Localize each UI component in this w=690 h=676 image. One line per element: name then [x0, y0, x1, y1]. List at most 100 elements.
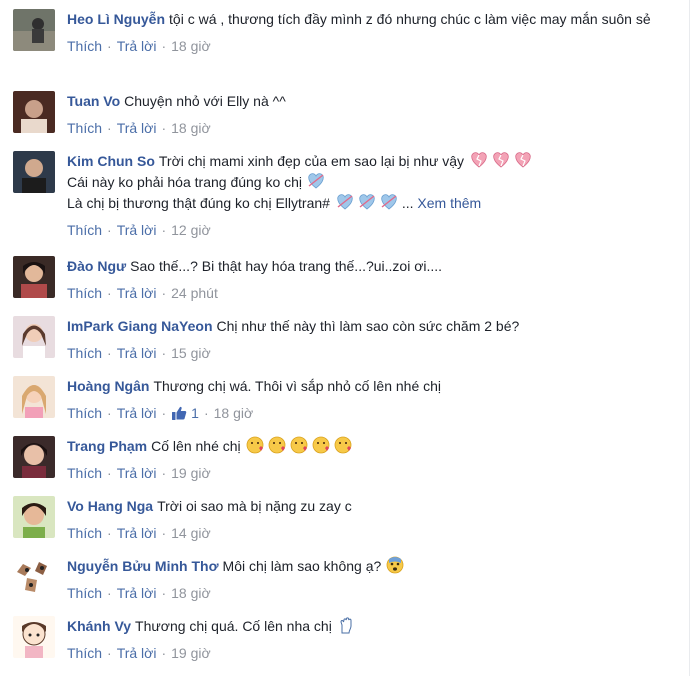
- comment-author[interactable]: Hoàng Ngân: [67, 378, 149, 394]
- comment-text: Trang Phạm Cố lên nhé chị: [67, 436, 667, 457]
- comment-timestamp[interactable]: 18 giờ: [171, 37, 211, 55]
- separator: ·: [161, 120, 167, 136]
- reply-link[interactable]: Trả lời: [117, 524, 157, 542]
- comment-actions: Thích · Trả lời · 18 giờ: [67, 119, 667, 137]
- comment-message: Trời oi sao mà bị nặng zu zay c: [157, 498, 352, 514]
- reply-link[interactable]: Trả lời: [117, 221, 157, 239]
- cupid-heart-icon: [307, 172, 325, 190]
- reply-link[interactable]: Trả lời: [117, 584, 157, 602]
- cupid-heart-icon: [335, 193, 401, 211]
- separator: ·: [107, 222, 112, 238]
- like-link[interactable]: Thích: [67, 524, 102, 542]
- comment-timestamp[interactable]: 14 giờ: [171, 524, 211, 542]
- like-count-value: 1: [191, 405, 199, 421]
- reply-link[interactable]: Trả lời: [117, 404, 157, 422]
- like-link[interactable]: Thích: [67, 404, 102, 422]
- raised-fist-icon: [337, 616, 355, 634]
- like-link[interactable]: Thích: [67, 464, 102, 482]
- separator: ·: [161, 285, 167, 301]
- fearful-face-icon: [386, 556, 404, 574]
- comment-timestamp[interactable]: 12 giờ: [171, 221, 211, 239]
- avatar[interactable]: [13, 151, 55, 193]
- reply-link[interactable]: Trả lời: [117, 344, 157, 362]
- comment-actions: Thích · Trả lời · 12 giờ: [67, 221, 667, 239]
- comment-actions: Thích · Trả lời · 19 giờ: [67, 644, 667, 662]
- avatar[interactable]: [13, 496, 55, 538]
- separator: ·: [161, 465, 167, 481]
- like-link[interactable]: Thích: [67, 284, 102, 302]
- separator: ·: [107, 525, 112, 541]
- comment-timestamp[interactable]: 18 giờ: [214, 404, 254, 422]
- see-more-link[interactable]: Xem thêm: [417, 195, 481, 211]
- comment-author[interactable]: Nguyễn Bửu Minh Thơ: [67, 558, 219, 574]
- comment-author[interactable]: Vo Hang Nga: [67, 498, 153, 514]
- separator: ·: [161, 405, 167, 421]
- avatar[interactable]: [13, 376, 55, 418]
- comment-author[interactable]: Tuan Vo: [67, 93, 120, 109]
- reply-link[interactable]: Trả lời: [117, 37, 157, 55]
- like-link[interactable]: Thích: [67, 644, 102, 662]
- comment-author[interactable]: Trang Phạm: [67, 438, 147, 454]
- like-count[interactable]: 1: [171, 404, 199, 422]
- thumbs-up-icon: [171, 405, 187, 421]
- comment-timestamp[interactable]: 18 giờ: [171, 119, 211, 137]
- comment-actions: Thích · Trả lời · 18 giờ: [67, 584, 667, 602]
- comment-list: Heo Lì Nguyễn tội c wá , thương tích đầy …: [0, 0, 690, 676]
- avatar[interactable]: [13, 556, 55, 598]
- reply-link[interactable]: Trả lời: [117, 284, 157, 302]
- separator: ·: [107, 465, 112, 481]
- comment-author[interactable]: Khánh Vy: [67, 618, 131, 634]
- comment-message: Sao thế...? Bi thật hay hóa trang thế...…: [130, 258, 443, 274]
- comment-timestamp[interactable]: 18 giờ: [171, 584, 211, 602]
- avatar[interactable]: [13, 436, 55, 478]
- separator: ·: [203, 405, 209, 421]
- comment-author[interactable]: Kim Chun So: [67, 153, 155, 169]
- comment-timestamp[interactable]: 19 giờ: [171, 464, 211, 482]
- comment-actions: Thích · Trả lời · 19 giờ: [67, 464, 667, 482]
- comment-text: Hoàng Ngân Thương chị wá. Thôi vì sắp nhỏ…: [67, 376, 667, 397]
- comment-text: Tuan Vo Chuyện nhỏ với Elly nà ^^: [67, 91, 667, 112]
- comment-message-line2: Cái này ko phải hóa trang đúng ko chị: [67, 174, 303, 190]
- separator: ·: [107, 645, 112, 661]
- avatar[interactable]: [13, 316, 55, 358]
- avatar[interactable]: [13, 91, 55, 133]
- separator: ·: [107, 285, 112, 301]
- kiss-face-icon: [246, 436, 356, 454]
- comment-message: tội c wá , thương tích đầy mình z đó như…: [169, 11, 651, 27]
- like-link[interactable]: Thích: [67, 344, 102, 362]
- separator: ·: [107, 38, 112, 54]
- separator: ·: [161, 38, 167, 54]
- reply-link[interactable]: Trả lời: [117, 644, 157, 662]
- comment-message: Môi chị làm sao không ạ?: [222, 558, 382, 574]
- reply-link[interactable]: Trả lời: [117, 464, 157, 482]
- comment-actions: Thích · Trả lời · 15 giờ: [67, 344, 667, 362]
- broken-heart-icon: [469, 151, 535, 169]
- comment-text: Đào Ngư Sao thế...? Bi thật hay hóa trang…: [67, 256, 667, 277]
- separator: ·: [161, 645, 167, 661]
- avatar[interactable]: [13, 9, 55, 51]
- comment-message: Cố lên nhé chị: [151, 438, 241, 454]
- comment-author[interactable]: Đào Ngư: [67, 258, 126, 274]
- comment-author[interactable]: Heo Lì Nguyễn: [67, 11, 165, 27]
- comment-actions: Thích · Trả lời · 14 giờ: [67, 524, 667, 542]
- comment-actions: Thích · Trả lời · 1 · 18 giờ: [67, 404, 667, 422]
- comment-message: Chị như thế này thì làm sao còn sức chăm…: [216, 318, 520, 334]
- reply-link[interactable]: Trả lời: [117, 119, 157, 137]
- like-link[interactable]: Thích: [67, 37, 102, 55]
- comment-text: Khánh Vy Thương chị quá. Cố lên nha chị: [67, 616, 667, 637]
- like-link[interactable]: Thích: [67, 221, 102, 239]
- like-link[interactable]: Thích: [67, 584, 102, 602]
- comment-message: Thương chị wá. Thôi vì sắp nhỏ cố lên nh…: [153, 378, 442, 394]
- comment-message: Thương chị quá. Cố lên nha chị: [135, 618, 332, 634]
- comment-author[interactable]: ImPark Giang NaYeon: [67, 318, 213, 334]
- separator: ·: [107, 345, 112, 361]
- separator: ·: [161, 222, 167, 238]
- comment-timestamp[interactable]: 19 giờ: [171, 644, 211, 662]
- avatar[interactable]: [13, 616, 55, 658]
- like-link[interactable]: Thích: [67, 119, 102, 137]
- comment-timestamp[interactable]: 15 giờ: [171, 344, 211, 362]
- comment-timestamp[interactable]: 24 phút: [171, 284, 218, 302]
- separator: ·: [107, 585, 112, 601]
- comment-actions: Thích · Trả lời · 18 giờ: [67, 37, 667, 55]
- avatar[interactable]: [13, 256, 55, 298]
